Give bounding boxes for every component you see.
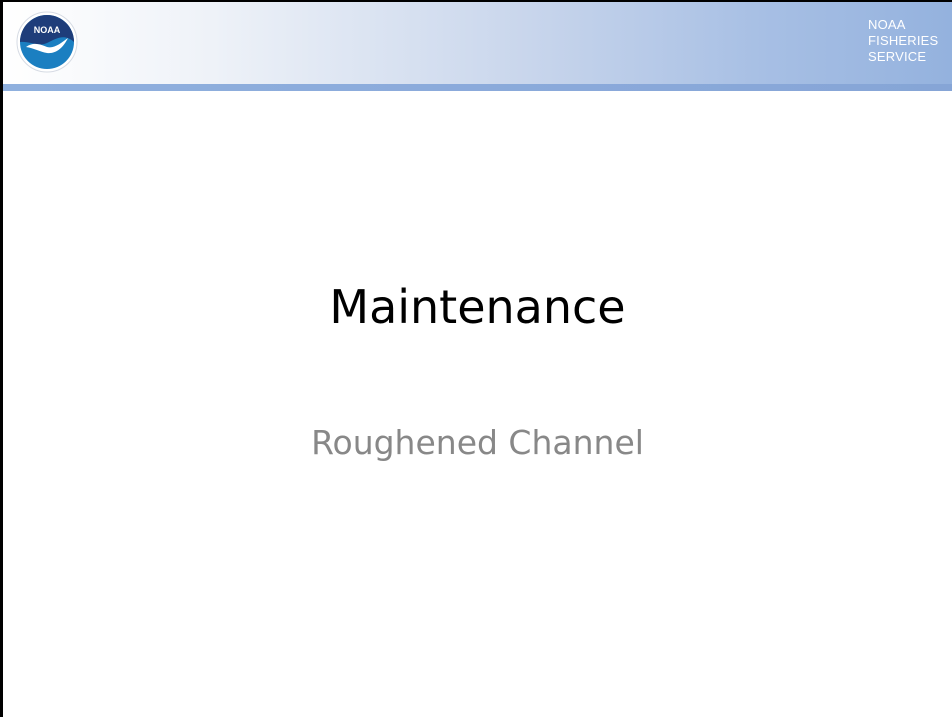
agency-line-3: SERVICE	[868, 49, 927, 64]
header-band	[3, 2, 952, 84]
slide-title: Maintenance	[329, 280, 626, 334]
slide-subtitle: Roughened Channel	[311, 423, 644, 462]
agency-line-1: NOAA	[868, 17, 906, 32]
agency-line-2: FISHERIES	[868, 33, 939, 48]
noaa-logo-icon: NOAA	[16, 11, 78, 73]
header-rule	[3, 84, 952, 91]
logo-text: NOAA	[34, 25, 61, 35]
agency-name: NOAA FISHERIES SERVICE	[868, 17, 948, 65]
slide: NOAA NOAA FISHERIES SERVICE Maintenance …	[0, 0, 952, 717]
